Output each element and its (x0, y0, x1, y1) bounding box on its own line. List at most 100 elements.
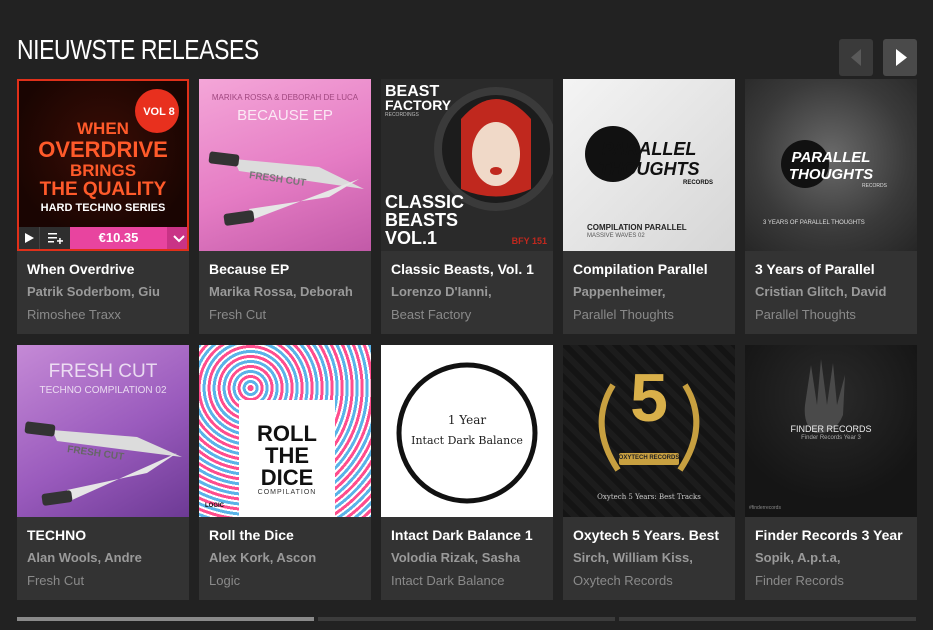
artwork-text: WHEN (77, 119, 129, 138)
artwork-text: 3 YEARS OF PARALLEL THOUGHTS (763, 220, 865, 226)
artwork-text: FACTORY (385, 97, 452, 113)
artwork-text: 1 Year (447, 413, 487, 427)
knife-illustration (24, 421, 182, 506)
release-artist[interactable]: Alex Kork, Ascon (209, 550, 367, 565)
release-artwork[interactable]: MARIKA ROSSA & DEBORAH DE LUCA BECAUSE E… (199, 79, 371, 251)
artwork-text: Oxytech 5 Years: Best Tracks (597, 493, 701, 501)
artwork-text: VOL.1 (385, 228, 438, 248)
artwork-text: COMPILATION PARALLEL (587, 223, 687, 232)
release-label[interactable]: Rimoshee Traxx (27, 307, 185, 322)
release-card[interactable]: PARALLEL THOUGHTS RECORDS 3 YEARS OF PAR… (745, 79, 917, 334)
release-card[interactable]: VOL 8 WHEN OVERDRIVE BRINGS THE QUALITY … (17, 79, 189, 334)
release-title[interactable]: Finder Records 3 Year (755, 527, 913, 543)
artwork-text: Finder Records Year 3 (801, 435, 861, 441)
artwork-text: PARALLEL (601, 139, 697, 159)
artwork-text: OVERDRIVE (38, 137, 168, 162)
release-label[interactable]: Finder Records (755, 573, 913, 588)
add-to-queue-button[interactable] (39, 227, 70, 249)
release-label[interactable]: Oxytech Records (573, 573, 731, 588)
release-artwork[interactable]: PARALLEL THOUGHTS RECORDS COMPILATION PA… (563, 79, 735, 251)
carousel-next-button[interactable] (883, 39, 917, 76)
artwork-text: 5 (630, 360, 668, 436)
release-artist[interactable]: Cristian Glitch, David (755, 284, 913, 299)
carousel-page-indicator[interactable] (17, 617, 314, 621)
ring-illustration (396, 362, 538, 504)
release-artist[interactable]: Alan Wools, Andre (27, 550, 185, 565)
release-title[interactable]: Intact Dark Balance 1 (391, 527, 549, 543)
release-card[interactable]: BEAST FACTORY RECORDINGS CLASSIC BEASTS … (381, 79, 553, 334)
play-button[interactable] (19, 227, 39, 249)
release-artwork[interactable]: PARALLEL THOUGHTS RECORDS 3 YEARS OF PAR… (745, 79, 917, 251)
release-artist[interactable]: Marika Rossa, Deborah (209, 284, 367, 299)
carousel-prev-button[interactable] (839, 39, 873, 76)
release-title[interactable]: Classic Beasts, Vol. 1 (391, 261, 549, 277)
release-label[interactable]: Parallel Thoughts (755, 307, 913, 322)
artwork-text: HARD TECHNO SERIES (40, 202, 166, 214)
release-label[interactable]: Fresh Cut (27, 573, 185, 588)
release-label[interactable]: Intact Dark Balance (391, 573, 549, 588)
release-title[interactable]: Oxytech 5 Years. Best (573, 527, 731, 543)
add-to-queue-icon (48, 233, 63, 244)
release-card[interactable]: 5 OXYTECH RECORDS Oxytech 5 Years: Best … (563, 345, 735, 600)
release-title[interactable]: 3 Years of Parallel (755, 261, 913, 277)
artwork-text: RECORDS (861, 183, 887, 189)
release-artwork[interactable]: VOL 8 WHEN OVERDRIVE BRINGS THE QUALITY … (17, 79, 189, 251)
artwork-text: PARALLEL (791, 149, 871, 166)
section-title: NIEUWSTE RELEASES (17, 34, 259, 65)
release-card[interactable]: 1 Year Intact Dark Balance Intact Dark B… (381, 345, 553, 600)
release-artist[interactable]: Lorenzo D'Ianni, (391, 284, 549, 299)
artwork-text: MASSIVE WAVES 02 (587, 233, 645, 239)
chevron-left-icon (851, 49, 861, 66)
release-title[interactable]: When Overdrive (27, 261, 185, 277)
artwork-text: #finderrecords (749, 505, 781, 511)
release-artwork[interactable]: FINDER RECORDS Finder Records Year 3 #fi… (745, 345, 917, 517)
artwork-text: LOGIC (205, 503, 224, 509)
release-card[interactable]: FINDER RECORDS Finder Records Year 3 #fi… (745, 345, 917, 600)
play-icon (25, 233, 34, 243)
artwork-text: RECORDINGS (385, 112, 419, 118)
artwork-text: COMPILATION (257, 489, 317, 496)
chevron-right-icon (896, 49, 907, 66)
more-options-button[interactable] (167, 227, 187, 249)
artwork-text: Intact Dark Balance (411, 434, 523, 447)
artwork-text: THE QUALITY (39, 179, 167, 200)
release-label[interactable]: Beast Factory (391, 307, 549, 322)
release-label[interactable]: Parallel Thoughts (573, 307, 731, 322)
release-artwork[interactable]: 5 OXYTECH RECORDS Oxytech 5 Years: Best … (563, 345, 735, 517)
artwork-text: BFY 151 (511, 236, 547, 246)
release-card[interactable]: FRESH CUT TECHNO COMPILATION 02 FRESH CU… (17, 345, 189, 600)
buy-price-button[interactable]: €10.35 (70, 227, 167, 249)
release-artwork[interactable]: ROLL THE DICE COMPILATION LOGIC (199, 345, 371, 517)
release-artwork[interactable]: 1 Year Intact Dark Balance (381, 345, 553, 517)
artwork-text: DICE (260, 465, 314, 490)
release-artwork[interactable]: FRESH CUT TECHNO COMPILATION 02 FRESH CU… (17, 345, 189, 517)
artwork-text: THOUGHTS (788, 166, 874, 183)
player-bar: €10.35 (19, 227, 187, 249)
release-artist[interactable]: Pappenheimer, (573, 284, 731, 299)
knife-illustration (208, 151, 364, 226)
release-title[interactable]: Compilation Parallel (573, 261, 731, 277)
release-artist[interactable]: Sirch, William Kiss, (573, 550, 731, 565)
release-title[interactable]: Because EP (209, 261, 367, 277)
artwork-text: BRINGS (69, 161, 137, 180)
artwork-text: OXYTECH RECORDS (618, 455, 680, 461)
carousel-page-indicator[interactable] (318, 617, 615, 621)
release-card[interactable]: PARALLEL THOUGHTS RECORDS COMPILATION PA… (563, 79, 735, 334)
release-grid: VOL 8 WHEN OVERDRIVE BRINGS THE QUALITY … (17, 79, 917, 600)
release-artist[interactable]: Volodia Rizak, Sasha (391, 550, 549, 565)
release-card[interactable]: MARIKA ROSSA & DEBORAH DE LUCA BECAUSE E… (199, 79, 371, 334)
carousel-page-indicator[interactable] (619, 617, 916, 621)
chevron-down-icon (173, 235, 185, 243)
release-label[interactable]: Fresh Cut (209, 307, 367, 322)
release-card[interactable]: ROLL THE DICE COMPILATION LOGIC Roll the… (199, 345, 371, 600)
release-title[interactable]: TECHNO (27, 527, 185, 543)
artwork-badge: VOL 8 (143, 106, 175, 118)
release-artist[interactable]: Patrik Soderbom, Giu (27, 284, 185, 299)
artwork-text: THOUGHTS (598, 159, 700, 179)
release-artwork[interactable]: BEAST FACTORY RECORDINGS CLASSIC BEASTS … (381, 79, 553, 251)
artwork-text: RECORDS (682, 180, 713, 186)
release-title[interactable]: Roll the Dice (209, 527, 367, 543)
artwork-text: FINDER RECORDS (790, 424, 872, 434)
release-artist[interactable]: Sopik, A.p.t.a, (755, 550, 913, 565)
release-label[interactable]: Logic (209, 573, 367, 588)
